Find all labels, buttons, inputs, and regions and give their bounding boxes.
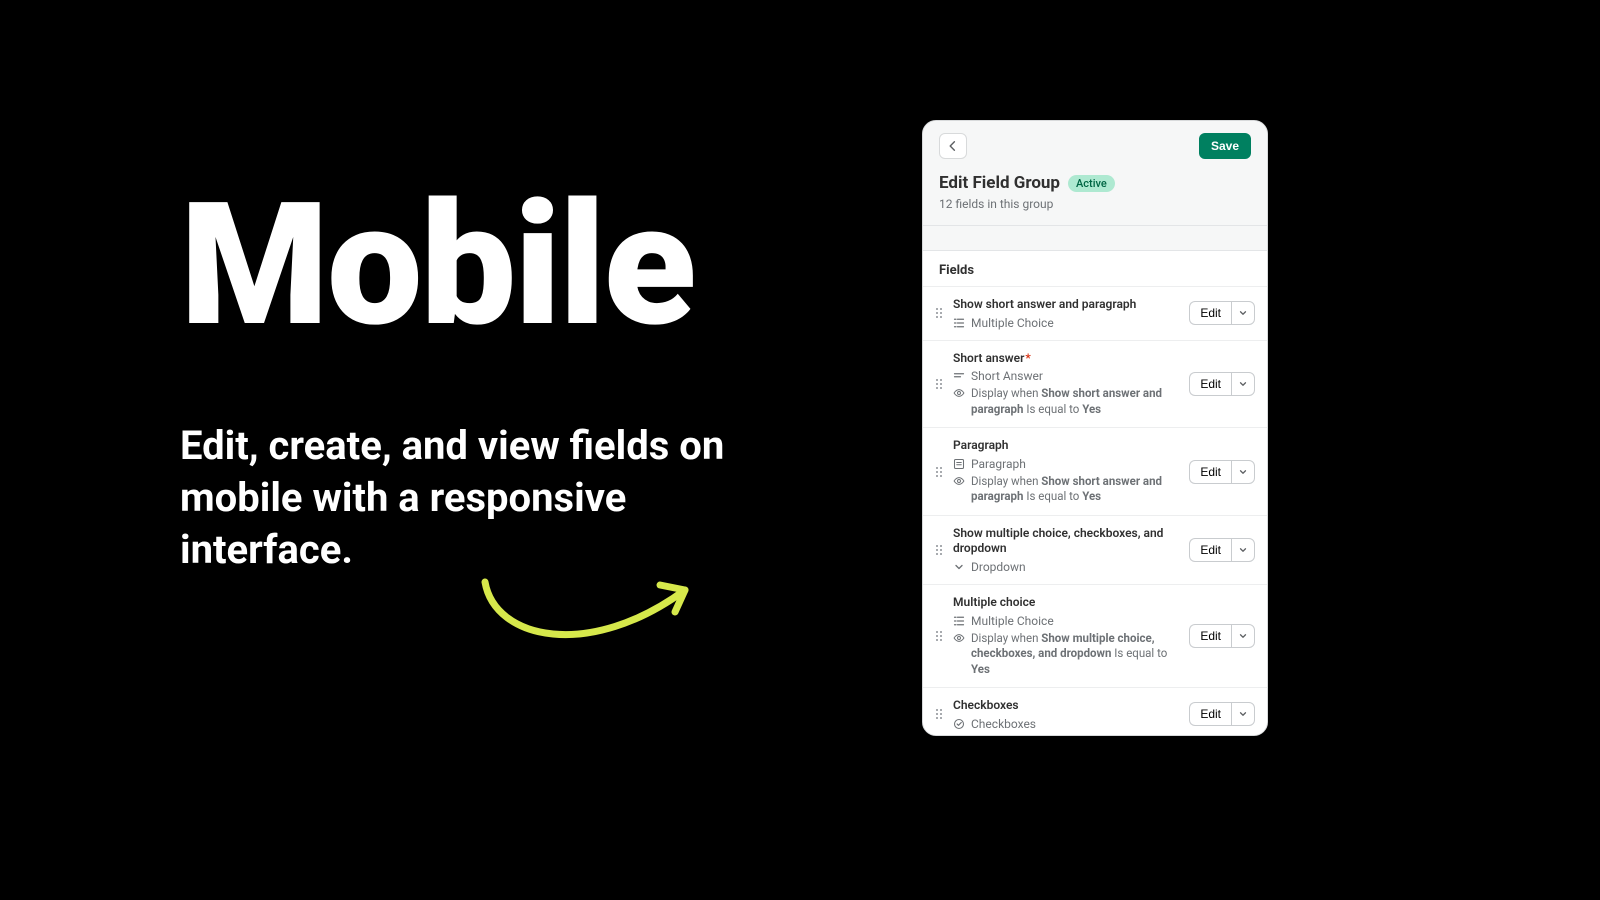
- chevron-down-icon: [1238, 631, 1248, 641]
- page-subtitle: 12 fields in this group: [939, 197, 1251, 211]
- drag-handle[interactable]: [933, 307, 945, 319]
- field-type: Paragraph: [953, 457, 1181, 471]
- edit-button-group: Edit: [1189, 538, 1255, 562]
- edit-button[interactable]: Edit: [1189, 372, 1231, 396]
- field-type: Dropdown: [953, 560, 1181, 574]
- back-button[interactable]: [939, 133, 967, 159]
- page-header: Save Edit Field Group Active 12 fields i…: [923, 121, 1267, 226]
- field-type: Short Answer: [953, 369, 1181, 383]
- field-row: Short answer* Short Answer Display when Sh…: [923, 340, 1267, 428]
- field-type: Multiple Choice: [953, 316, 1181, 330]
- drag-handle[interactable]: [933, 708, 945, 720]
- drag-handle[interactable]: [933, 378, 945, 390]
- chevron-down-icon: [1238, 308, 1248, 318]
- field-content: Checkboxes Checkboxes: [953, 698, 1181, 731]
- edit-button-group: Edit: [1189, 301, 1255, 325]
- save-button[interactable]: Save: [1199, 133, 1251, 159]
- field-type-icon: [953, 561, 965, 573]
- field-type-icon: [953, 458, 965, 470]
- field-content: Show short answer and paragraph Multiple …: [953, 297, 1181, 330]
- field-type: Checkboxes: [953, 717, 1181, 731]
- chevron-down-icon: [1238, 709, 1248, 719]
- edit-button-group: Edit: [1189, 624, 1255, 648]
- field-type-icon: [953, 370, 965, 382]
- field-name: Show short answer and paragraph: [953, 297, 1181, 313]
- field-type-label: Checkboxes: [971, 717, 1036, 731]
- edit-button[interactable]: Edit: [1189, 702, 1231, 726]
- edit-button[interactable]: Edit: [1189, 301, 1231, 325]
- field-row: Show multiple choice, checkboxes, and dr…: [923, 515, 1267, 584]
- mobile-frame: Save Edit Field Group Active 12 fields i…: [922, 120, 1268, 736]
- edit-more-button[interactable]: [1231, 301, 1255, 325]
- edit-button-group: Edit: [1189, 702, 1255, 726]
- edit-more-button[interactable]: [1231, 702, 1255, 726]
- edit-more-button[interactable]: [1231, 624, 1255, 648]
- field-content: Paragraph Paragraph Display when Show shor…: [953, 438, 1181, 505]
- field-condition: Display when Show short answer and parag…: [953, 474, 1181, 505]
- field-type-label: Dropdown: [971, 560, 1026, 574]
- eye-icon: [953, 386, 965, 399]
- hero-subtitle: Edit, create, and view fields on mobile …: [180, 420, 780, 576]
- field-row: Show short answer and paragraph Multiple …: [923, 286, 1267, 340]
- field-row: Paragraph Paragraph Display when Show shor…: [923, 427, 1267, 515]
- field-name: Paragraph: [953, 438, 1181, 454]
- edit-button[interactable]: Edit: [1189, 538, 1231, 562]
- chevron-down-icon: [1238, 545, 1248, 555]
- field-content: Multiple choice Multiple Choice Display wh…: [953, 595, 1181, 677]
- chevron-down-icon: [1238, 467, 1248, 477]
- field-type-icon: [953, 317, 965, 329]
- field-content: Show multiple choice, checkboxes, and dr…: [953, 526, 1181, 574]
- edit-more-button[interactable]: [1231, 460, 1255, 484]
- edit-more-button[interactable]: [1231, 372, 1255, 396]
- hero-section: Mobile Edit, create, and view fields on …: [180, 180, 780, 576]
- edit-button-group: Edit: [1189, 372, 1255, 396]
- drag-handle[interactable]: [933, 466, 945, 478]
- chevron-down-icon: [1238, 379, 1248, 389]
- field-name: Checkboxes: [953, 698, 1181, 714]
- field-type: Multiple Choice: [953, 614, 1181, 628]
- field-type-icon: [953, 718, 965, 730]
- field-type-icon: [953, 615, 965, 627]
- field-type-label: Multiple Choice: [971, 614, 1054, 628]
- drag-handle[interactable]: [933, 630, 945, 642]
- required-indicator: *: [1025, 351, 1030, 365]
- status-badge: Active: [1068, 175, 1115, 192]
- field-type-label: Multiple Choice: [971, 316, 1054, 330]
- field-row: Multiple choice Multiple Choice Display wh…: [923, 584, 1267, 687]
- arrow-graphic: [470, 560, 710, 670]
- page-title: Edit Field Group: [939, 173, 1060, 193]
- field-name: Multiple choice: [953, 595, 1181, 611]
- edit-button[interactable]: Edit: [1189, 460, 1231, 484]
- eye-icon: [953, 474, 965, 487]
- drag-handle[interactable]: [933, 544, 945, 556]
- field-type-label: Short Answer: [971, 369, 1043, 383]
- fields-card: Fields Show short answer and paragraph Mu…: [923, 250, 1267, 736]
- hero-title: Mobile: [180, 180, 780, 350]
- arrow-left-icon: [946, 139, 960, 153]
- edit-more-button[interactable]: [1231, 538, 1255, 562]
- field-type-label: Paragraph: [971, 457, 1026, 471]
- field-name: Short answer*: [953, 351, 1181, 367]
- field-condition: Display when Show short answer and parag…: [953, 386, 1181, 417]
- section-title: Fields: [923, 251, 1267, 286]
- eye-icon: [953, 631, 965, 644]
- field-name: Show multiple choice, checkboxes, and dr…: [953, 526, 1181, 557]
- field-content: Short answer* Short Answer Display when Sh…: [953, 351, 1181, 418]
- field-condition: Display when Show multiple choice, check…: [953, 631, 1181, 678]
- edit-button-group: Edit: [1189, 460, 1255, 484]
- edit-button[interactable]: Edit: [1189, 624, 1231, 648]
- field-row: Checkboxes Checkboxes Edit: [923, 687, 1267, 736]
